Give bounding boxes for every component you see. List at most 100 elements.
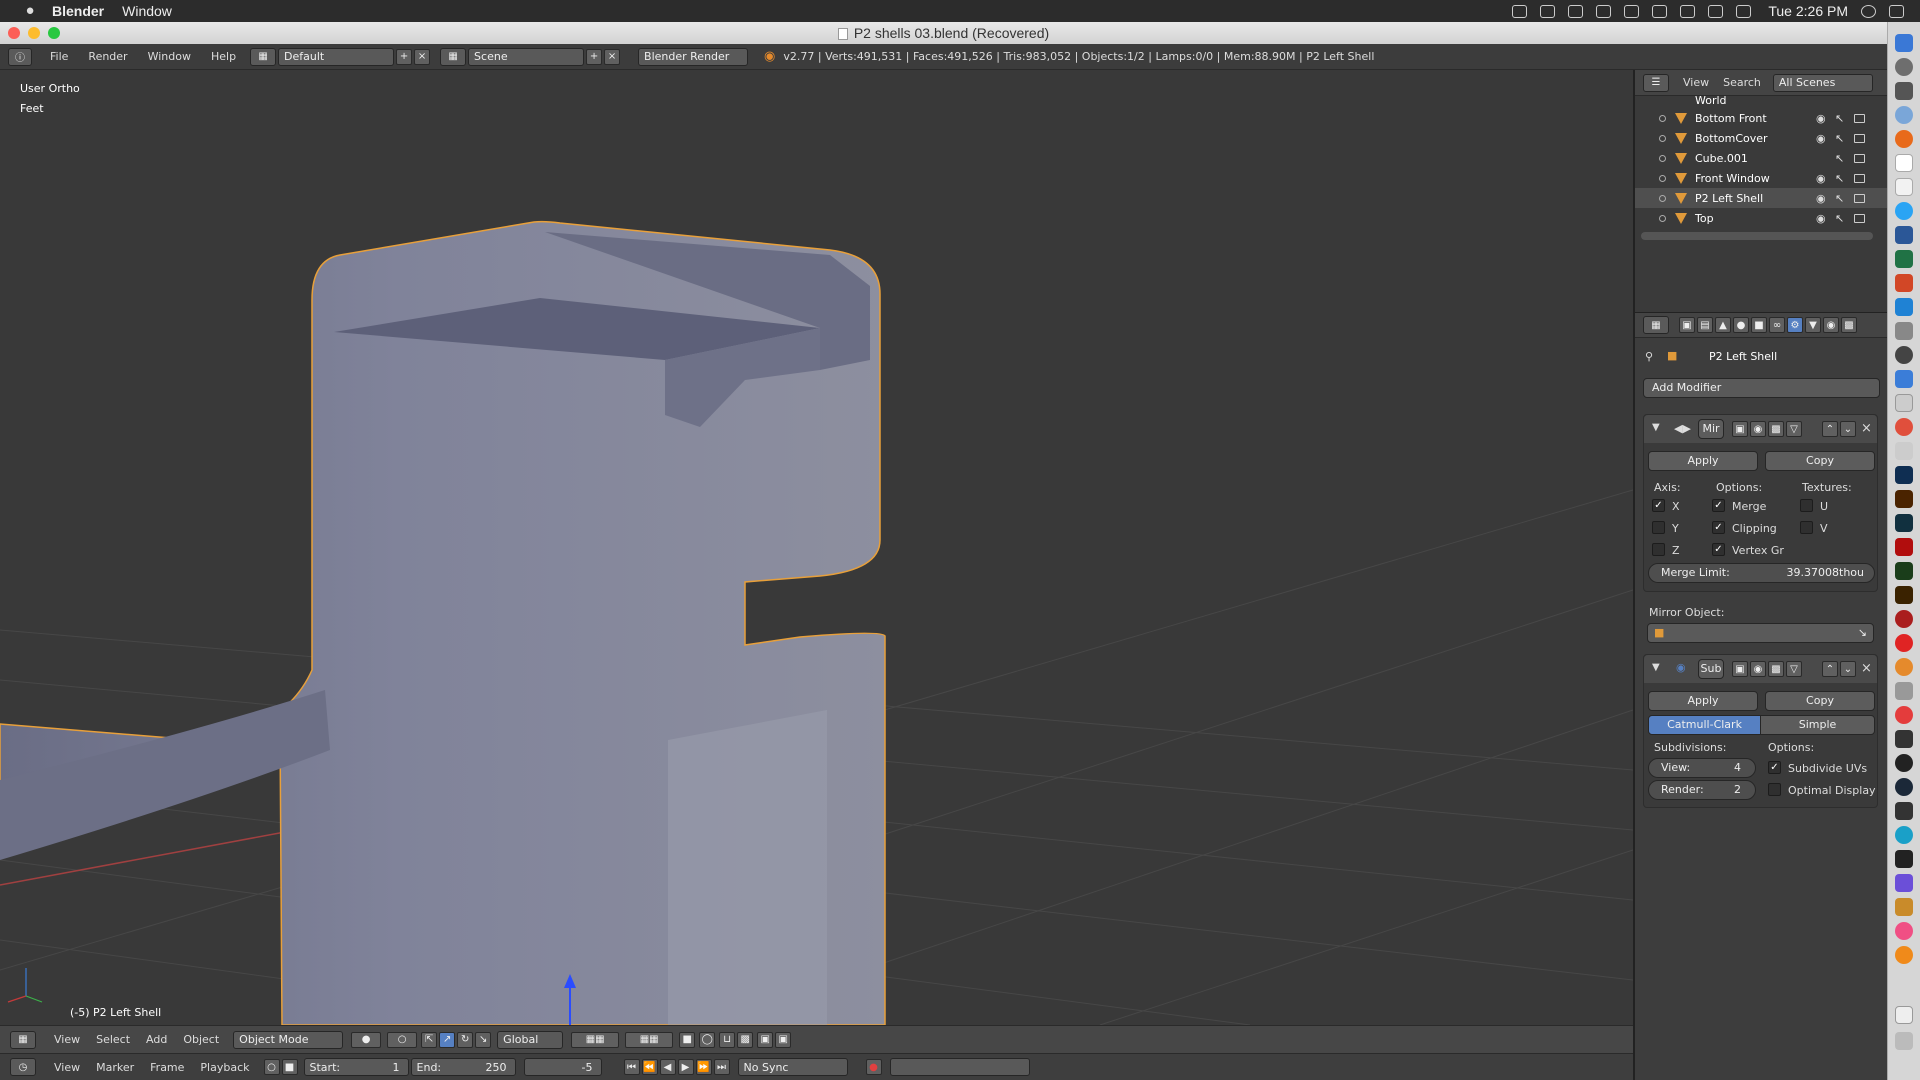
axis-z-checkbox[interactable] bbox=[1652, 543, 1665, 556]
outliner-view-menu[interactable]: View bbox=[1683, 76, 1709, 89]
tab-object-icon[interactable]: ■ bbox=[1751, 317, 1767, 333]
finder-icon[interactable] bbox=[1895, 34, 1913, 52]
selectable-cursor-icon[interactable]: ↖ bbox=[1835, 152, 1844, 165]
file-menu[interactable]: File bbox=[50, 50, 68, 63]
app-menu[interactable]: Blender bbox=[52, 3, 104, 19]
launchpad-icon[interactable] bbox=[1895, 58, 1913, 76]
outliner-search-menu[interactable]: Search bbox=[1723, 76, 1761, 89]
vp-view-menu[interactable]: View bbox=[54, 1033, 80, 1046]
numbers-icon[interactable] bbox=[1895, 298, 1913, 316]
add-layout-icon[interactable]: + bbox=[396, 48, 413, 65]
render-engine-dropdown[interactable]: Blender Render bbox=[638, 47, 749, 66]
scale-icon[interactable]: ↘ bbox=[475, 1031, 492, 1048]
downloads-icon[interactable] bbox=[1895, 1006, 1913, 1024]
outliner-row-cube-001[interactable]: Cube.001 ↖ bbox=[1635, 148, 1888, 168]
vp-object-menu[interactable]: Object bbox=[183, 1033, 219, 1046]
snap-element-icon[interactable]: ▩ bbox=[737, 1031, 754, 1048]
close-window-button[interactable] bbox=[8, 27, 20, 39]
word-icon[interactable] bbox=[1895, 226, 1913, 244]
selectable-cursor-icon[interactable]: ↖ bbox=[1835, 192, 1844, 205]
delete-layout-icon[interactable]: × bbox=[414, 48, 431, 65]
mirror-render-toggle-icon[interactable]: ▣ bbox=[1732, 421, 1748, 437]
expand-icon[interactable] bbox=[1659, 114, 1666, 122]
app-icon-a[interactable] bbox=[1895, 682, 1913, 700]
scene-field[interactable]: Scene bbox=[468, 47, 585, 66]
manipulator-icon[interactable]: ⇱ bbox=[421, 1031, 438, 1048]
app-icon-d[interactable] bbox=[1895, 802, 1913, 820]
pivot-dropdown-icon[interactable]: ○ bbox=[387, 1031, 418, 1048]
visibility-eye-icon[interactable]: ◉ bbox=[1816, 112, 1826, 125]
render-camera-icon[interactable] bbox=[1854, 213, 1865, 223]
rotate-icon[interactable]: ↻ bbox=[457, 1031, 474, 1048]
safari-icon[interactable] bbox=[1895, 106, 1913, 124]
proportional-edit-icon[interactable]: ◯ bbox=[699, 1031, 716, 1048]
visibility-eye-icon[interactable]: ◉ bbox=[1816, 212, 1826, 225]
subsurf-move-down-icon[interactable]: ⌄ bbox=[1840, 661, 1856, 677]
snap-icon[interactable]: ⊔ bbox=[719, 1031, 736, 1048]
subsurf-apply-button[interactable]: Apply bbox=[1648, 691, 1758, 711]
layout-field[interactable]: Default bbox=[278, 47, 395, 66]
visibility-eye-icon[interactable]: ◉ bbox=[1816, 172, 1826, 185]
muse-icon[interactable] bbox=[1895, 562, 1913, 580]
outliner-row-front-window[interactable]: Front Window ◉ ↖ bbox=[1635, 168, 1888, 188]
opera-icon[interactable] bbox=[1895, 634, 1913, 652]
firefox-icon[interactable] bbox=[1895, 130, 1913, 148]
tab-material-icon[interactable]: ◉ bbox=[1823, 317, 1839, 333]
acrobat-icon[interactable] bbox=[1895, 538, 1913, 556]
merge-checkbox[interactable]: ✓ bbox=[1712, 499, 1725, 512]
unity-icon[interactable] bbox=[1895, 754, 1913, 772]
tl-marker-menu[interactable]: Marker bbox=[96, 1061, 134, 1074]
editor-type-properties-icon[interactable]: ▦ bbox=[1643, 316, 1669, 334]
tab-data-icon[interactable]: ▼ bbox=[1805, 317, 1821, 333]
app-icon-star[interactable] bbox=[1895, 874, 1913, 892]
texture-u-checkbox[interactable] bbox=[1800, 499, 1813, 512]
render-camera-icon[interactable] bbox=[1854, 133, 1865, 143]
messages-icon[interactable] bbox=[1895, 202, 1913, 220]
creative-cloud-icon[interactable] bbox=[1895, 610, 1913, 628]
window-menu-blender[interactable]: Window bbox=[148, 50, 191, 63]
itunes-icon[interactable] bbox=[1895, 922, 1913, 940]
scene-icon[interactable]: ▦ bbox=[440, 47, 467, 66]
visibility-eye-icon[interactable]: ◉ bbox=[1816, 192, 1826, 205]
selectable-cursor-icon[interactable]: ↖ bbox=[1835, 172, 1844, 185]
help-menu[interactable]: Help bbox=[211, 50, 236, 63]
expand-icon[interactable] bbox=[1659, 154, 1666, 162]
vp-add-menu[interactable]: Add bbox=[146, 1033, 167, 1046]
notes-icon[interactable] bbox=[1895, 154, 1913, 172]
selectable-cursor-icon[interactable]: ↖ bbox=[1835, 112, 1844, 125]
preview-range-icon[interactable]: ○ bbox=[263, 1059, 280, 1075]
app-icon-b[interactable] bbox=[1895, 706, 1913, 724]
mirror-move-down-icon[interactable]: ⌄ bbox=[1840, 421, 1856, 437]
dropbox-icon[interactable] bbox=[1568, 4, 1584, 18]
collapse-arrow-icon[interactable]: ▼ bbox=[1652, 662, 1660, 673]
system-prefs-icon[interactable] bbox=[1895, 82, 1913, 100]
play-reverse-icon[interactable]: ◀ bbox=[659, 1059, 676, 1075]
sync-dropdown[interactable]: No Sync bbox=[737, 1058, 848, 1076]
tab-render-icon[interactable]: ▣ bbox=[1679, 317, 1695, 333]
tl-frame-menu[interactable]: Frame bbox=[150, 1061, 184, 1074]
eject-icon[interactable] bbox=[1624, 4, 1640, 18]
opengl-render-icon[interactable]: ▣ bbox=[757, 1031, 774, 1048]
lock-layers-icon[interactable]: ■ bbox=[679, 1031, 696, 1048]
end-frame-field[interactable]: End: 250 bbox=[410, 1058, 516, 1076]
3d-viewport[interactable]: User Ortho Feet (-5) P2 Left Shell bbox=[0, 70, 1633, 1025]
mirror-viewport-toggle-icon[interactable]: ◉ bbox=[1750, 421, 1766, 437]
axis-y-checkbox[interactable] bbox=[1652, 521, 1665, 534]
selectable-cursor-icon[interactable]: ↖ bbox=[1835, 212, 1844, 225]
tab-simple[interactable]: Simple bbox=[1760, 715, 1875, 735]
illustrator-icon[interactable] bbox=[1895, 490, 1913, 508]
subsurf-viewport-toggle-icon[interactable]: ◉ bbox=[1750, 661, 1766, 677]
jump-start-icon[interactable]: ⏮ bbox=[623, 1059, 640, 1075]
outliner-row-bottom-front[interactable]: Bottom Front ◉ ↖ bbox=[1635, 108, 1888, 128]
tab-texture-icon[interactable]: ▩ bbox=[1841, 317, 1857, 333]
mirror-copy-button[interactable]: Copy bbox=[1765, 451, 1875, 471]
volume-icon[interactable] bbox=[1736, 4, 1752, 18]
optimal-display-checkbox[interactable] bbox=[1768, 783, 1781, 796]
mode-dropdown[interactable]: Object Mode bbox=[233, 1030, 344, 1049]
eyedropper-icon[interactable]: ↘ bbox=[1858, 624, 1867, 642]
subsurf-copy-button[interactable]: Copy bbox=[1765, 691, 1875, 711]
expand-icon[interactable] bbox=[1659, 194, 1666, 202]
shading-dropdown-icon[interactable]: ● bbox=[351, 1031, 382, 1048]
time-machine-icon[interactable] bbox=[1596, 4, 1612, 18]
spotlight-icon[interactable] bbox=[1861, 4, 1876, 18]
